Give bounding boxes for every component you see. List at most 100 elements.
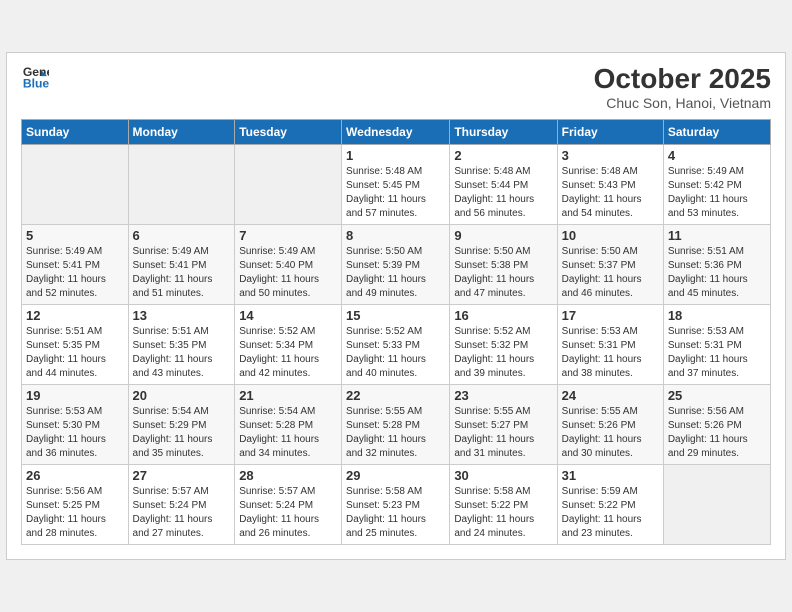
weekday-header-row: Sunday Monday Tuesday Wednesday Thursday… (22, 120, 771, 145)
day-cell: 10Sunrise: 5:50 AM Sunset: 5:37 PM Dayli… (557, 225, 663, 305)
day-info: Sunrise: 5:55 AM Sunset: 5:26 PM Dayligh… (562, 405, 659, 461)
day-cell (663, 465, 770, 545)
calendar-table: Sunday Monday Tuesday Wednesday Thursday… (21, 119, 771, 545)
day-info: Sunrise: 5:51 AM Sunset: 5:35 PM Dayligh… (26, 325, 124, 381)
day-cell: 1Sunrise: 5:48 AM Sunset: 5:45 PM Daylig… (342, 145, 450, 225)
day-number: 1 (346, 148, 445, 163)
day-cell: 28Sunrise: 5:57 AM Sunset: 5:24 PM Dayli… (235, 465, 342, 545)
day-number: 2 (454, 148, 552, 163)
day-cell: 14 Sunrise: 5:52 AM Sunset: 5:34 PM Dayli… (235, 305, 342, 385)
header-monday: Monday (128, 120, 235, 145)
title-block: October 2025 Chuc Son, Hanoi, Vietnam (594, 63, 771, 111)
header-tuesday: Tuesday (235, 120, 342, 145)
day-info: Sunrise: 5:51 AM Sunset: 5:35 PM Dayligh… (133, 325, 231, 381)
header-friday: Friday (557, 120, 663, 145)
day-cell: 17 Sunrise: 5:53 AM Sunset: 5:31 PM Dayli… (557, 305, 663, 385)
day-info: Sunrise: 5:49 AM Sunset: 5:41 PM Dayligh… (26, 245, 124, 301)
day-info: Sunrise: 5:55 AM Sunset: 5:27 PM Dayligh… (454, 405, 552, 461)
day-number: 17 (562, 308, 659, 323)
day-cell: 19 Sunrise: 5:53 AM Sunset: 5:30 PM Dayli… (22, 385, 129, 465)
week-row-2: 5 Sunrise: 5:49 AM Sunset: 5:41 PM Daylig… (22, 225, 771, 305)
day-cell: 5 Sunrise: 5:49 AM Sunset: 5:41 PM Daylig… (22, 225, 129, 305)
calendar-container: General Blue October 2025 Chuc Son, Hano… (6, 52, 786, 560)
day-cell: 2 Sunrise: 5:48 AM Sunset: 5:44 PM Daylig… (450, 145, 557, 225)
day-number: 26 (26, 468, 124, 483)
day-number: 12 (26, 308, 124, 323)
week-row-3: 12 Sunrise: 5:51 AM Sunset: 5:35 PM Dayli… (22, 305, 771, 385)
month-year-title: October 2025 (594, 63, 771, 95)
day-info: Sunrise: 5:58 AM Sunset: 5:23 PM Dayligh… (346, 485, 445, 541)
day-info: Sunrise: 5:59 AM Sunset: 5:22 PM Dayligh… (562, 485, 659, 541)
day-info: Sunrise: 5:48 AM Sunset: 5:43 PM Dayligh… (562, 165, 659, 221)
day-number: 23 (454, 388, 552, 403)
day-cell: 30Sunrise: 5:58 AM Sunset: 5:22 PM Dayli… (450, 465, 557, 545)
day-cell: 20Sunrise: 5:54 AM Sunset: 5:29 PM Dayli… (128, 385, 235, 465)
day-number: 25 (668, 388, 766, 403)
day-number: 27 (133, 468, 231, 483)
location-subtitle: Chuc Son, Hanoi, Vietnam (594, 95, 771, 111)
day-number: 30 (454, 468, 552, 483)
day-number: 9 (454, 228, 552, 243)
header-saturday: Saturday (663, 120, 770, 145)
header-sunday: Sunday (22, 120, 129, 145)
day-info: Sunrise: 5:48 AM Sunset: 5:44 PM Dayligh… (454, 165, 552, 221)
day-cell: 9 Sunrise: 5:50 AM Sunset: 5:38 PM Daylig… (450, 225, 557, 305)
day-cell: 29Sunrise: 5:58 AM Sunset: 5:23 PM Dayli… (342, 465, 450, 545)
header: General Blue October 2025 Chuc Son, Hano… (21, 63, 771, 111)
svg-text:Blue: Blue (23, 76, 49, 90)
day-info: Sunrise: 5:53 AM Sunset: 5:30 PM Dayligh… (26, 405, 124, 461)
day-cell: 16 Sunrise: 5:52 AM Sunset: 5:32 PM Dayli… (450, 305, 557, 385)
day-number: 16 (454, 308, 552, 323)
day-cell: 18 Sunrise: 5:53 AM Sunset: 5:31 PM Dayli… (663, 305, 770, 385)
day-number: 13 (133, 308, 231, 323)
day-info: Sunrise: 5:54 AM Sunset: 5:29 PM Dayligh… (133, 405, 231, 461)
day-info: Sunrise: 5:49 AM Sunset: 5:42 PM Dayligh… (668, 165, 766, 221)
day-number: 15 (346, 308, 445, 323)
day-number: 14 (239, 308, 337, 323)
day-info: Sunrise: 5:49 AM Sunset: 5:41 PM Dayligh… (133, 245, 231, 301)
day-cell: 26 Sunrise: 5:56 AM Sunset: 5:25 PM Dayli… (22, 465, 129, 545)
day-info: Sunrise: 5:54 AM Sunset: 5:28 PM Dayligh… (239, 405, 337, 461)
day-number: 11 (668, 228, 766, 243)
day-number: 18 (668, 308, 766, 323)
day-info: Sunrise: 5:55 AM Sunset: 5:28 PM Dayligh… (346, 405, 445, 461)
day-info: Sunrise: 5:49 AM Sunset: 5:40 PM Dayligh… (239, 245, 337, 301)
day-info: Sunrise: 5:50 AM Sunset: 5:38 PM Dayligh… (454, 245, 552, 301)
day-number: 3 (562, 148, 659, 163)
day-number: 8 (346, 228, 445, 243)
header-wednesday: Wednesday (342, 120, 450, 145)
day-info: Sunrise: 5:56 AM Sunset: 5:26 PM Dayligh… (668, 405, 766, 461)
day-info: Sunrise: 5:56 AM Sunset: 5:25 PM Dayligh… (26, 485, 124, 541)
day-number: 5 (26, 228, 124, 243)
day-cell: 4 Sunrise: 5:49 AM Sunset: 5:42 PM Daylig… (663, 145, 770, 225)
day-number: 19 (26, 388, 124, 403)
day-cell: 12 Sunrise: 5:51 AM Sunset: 5:35 PM Dayli… (22, 305, 129, 385)
day-cell: 24Sunrise: 5:55 AM Sunset: 5:26 PM Dayli… (557, 385, 663, 465)
day-cell: 8 Sunrise: 5:50 AM Sunset: 5:39 PM Daylig… (342, 225, 450, 305)
day-info: Sunrise: 5:52 AM Sunset: 5:32 PM Dayligh… (454, 325, 552, 381)
day-info: Sunrise: 5:50 AM Sunset: 5:37 PM Dayligh… (562, 245, 659, 301)
day-info: Sunrise: 5:52 AM Sunset: 5:33 PM Dayligh… (346, 325, 445, 381)
day-cell: 23 Sunrise: 5:55 AM Sunset: 5:27 PM Dayli… (450, 385, 557, 465)
header-thursday: Thursday (450, 120, 557, 145)
day-cell: 31 Sunrise: 5:59 AM Sunset: 5:22 PM Dayli… (557, 465, 663, 545)
day-cell: 6 Sunrise: 5:49 AM Sunset: 5:41 PM Daylig… (128, 225, 235, 305)
day-info: Sunrise: 5:53 AM Sunset: 5:31 PM Dayligh… (668, 325, 766, 381)
day-number: 22 (346, 388, 445, 403)
day-info: Sunrise: 5:57 AM Sunset: 5:24 PM Dayligh… (239, 485, 337, 541)
day-cell: 7Sunrise: 5:49 AM Sunset: 5:40 PM Daylig… (235, 225, 342, 305)
day-number: 6 (133, 228, 231, 243)
day-cell: 25 Sunrise: 5:56 AM Sunset: 5:26 PM Dayli… (663, 385, 770, 465)
day-info: Sunrise: 5:50 AM Sunset: 5:39 PM Dayligh… (346, 245, 445, 301)
week-row-4: 19 Sunrise: 5:53 AM Sunset: 5:30 PM Dayli… (22, 385, 771, 465)
day-info: Sunrise: 5:52 AM Sunset: 5:34 PM Dayligh… (239, 325, 337, 381)
day-number: 4 (668, 148, 766, 163)
day-number: 21 (239, 388, 337, 403)
day-info: Sunrise: 5:53 AM Sunset: 5:31 PM Dayligh… (562, 325, 659, 381)
day-number: 31 (562, 468, 659, 483)
day-info: Sunrise: 5:57 AM Sunset: 5:24 PM Dayligh… (133, 485, 231, 541)
week-row-5: 26 Sunrise: 5:56 AM Sunset: 5:25 PM Dayli… (22, 465, 771, 545)
week-row-1: 1Sunrise: 5:48 AM Sunset: 5:45 PM Daylig… (22, 145, 771, 225)
day-cell: 21 Sunrise: 5:54 AM Sunset: 5:28 PM Dayli… (235, 385, 342, 465)
day-cell: 15 Sunrise: 5:52 AM Sunset: 5:33 PM Dayli… (342, 305, 450, 385)
